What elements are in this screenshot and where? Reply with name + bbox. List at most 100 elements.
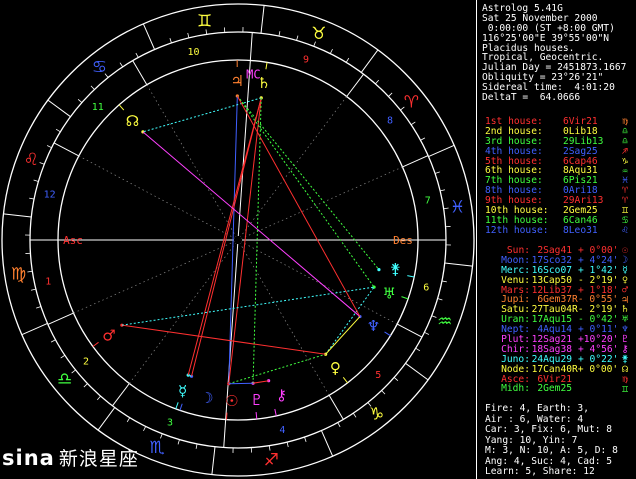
house-number: 4 bbox=[279, 425, 285, 436]
house-sign-glyph: ♑ bbox=[621, 155, 629, 167]
planet-glyph: ⚵ bbox=[390, 260, 401, 278]
degree-tick bbox=[415, 347, 421, 352]
planet-marker bbox=[255, 412, 258, 420]
degree-tick bbox=[50, 339, 56, 343]
zodiac-sign-glyph: ♒ bbox=[437, 312, 452, 332]
planet-position: 2Gem25 bbox=[537, 383, 572, 395]
house-cusp-inner bbox=[78, 155, 235, 239]
planet-marker bbox=[407, 275, 415, 278]
degree-tick bbox=[381, 390, 386, 395]
house-cusp-line bbox=[132, 60, 148, 86]
planet-marker bbox=[401, 296, 409, 300]
chart-wheel: ♈ ♉ ♊ ♋ ♌ ♍ ♎ ♏ ♐ ♑ ♒ ♓ 1 2 3 4 5 6 7 8 9 10 11 12 Asc Des MC ☉ ☽ ☿ ♀ ♂… bbox=[0, 0, 476, 479]
stats-line: Car: 3, Fix: 6, Mut: 8 bbox=[485, 424, 613, 435]
degree-tick bbox=[375, 79, 380, 85]
zodiac-sign-glyph: ♓ bbox=[450, 198, 465, 218]
planet-marker bbox=[265, 62, 268, 70]
planet-glyph: ☿ bbox=[178, 382, 187, 400]
degree-tick bbox=[119, 62, 124, 68]
brand-text: sina bbox=[2, 446, 55, 470]
aspect-line bbox=[252, 380, 269, 384]
planet-positions-list: Sun: 2Sag41 + 0°00' Moon: 17Sco32 + 4°24' Merc… bbox=[485, 246, 624, 394]
degree-tick bbox=[27, 270, 33, 273]
planet-glyph: ♊ bbox=[621, 383, 629, 395]
degree-tick bbox=[36, 306, 42, 309]
stats-line: Learn: 5, Share: 12 bbox=[485, 466, 595, 477]
sign-boundary bbox=[320, 430, 334, 457]
planet-glyph: ☉ bbox=[225, 392, 238, 410]
aspect-line bbox=[187, 97, 262, 376]
degree-tick bbox=[135, 52, 139, 58]
info-panel: Astrolog 5.41G Sat 25 November 2000 0:00:… bbox=[476, 0, 636, 479]
degree-tick bbox=[46, 145, 52, 149]
stats-line: Fire: 4, Earth: 3, bbox=[485, 403, 589, 414]
degree-tick bbox=[410, 121, 416, 126]
zodiac-sign-glyph: ♋ bbox=[92, 58, 107, 78]
house-number: 2 bbox=[83, 357, 89, 368]
degree-tick bbox=[169, 38, 172, 44]
degree-tick bbox=[33, 179, 39, 182]
planet-glyph: ♄ bbox=[257, 74, 270, 92]
header-line: DeltaT = 64.0666 bbox=[482, 92, 581, 104]
house-row: 12th house: 8Leo31 bbox=[485, 224, 603, 236]
planet-marker bbox=[179, 403, 183, 411]
zodiac-sign-glyph: ♑ bbox=[369, 404, 384, 424]
house-cusp-line bbox=[47, 312, 74, 325]
degree-tick bbox=[278, 31, 281, 37]
degree-tick bbox=[126, 417, 131, 423]
planet-marker bbox=[175, 402, 179, 410]
degree-tick bbox=[329, 48, 333, 54]
aspect-line bbox=[142, 131, 361, 317]
descendant-label: Des bbox=[393, 234, 413, 247]
house-number: 11 bbox=[92, 102, 104, 113]
planet-glyph: ♅ bbox=[382, 284, 395, 302]
sign-boundary bbox=[428, 144, 455, 158]
sign-boundary bbox=[21, 322, 48, 336]
sina-logo: sina 新浪星座 bbox=[2, 444, 139, 471]
degree-tick bbox=[443, 207, 449, 210]
degree-tick bbox=[29, 197, 35, 200]
house-cusp-line bbox=[223, 419, 227, 448]
planet-marker bbox=[384, 331, 391, 337]
degree-tick bbox=[143, 426, 147, 432]
house-cusp-line bbox=[346, 73, 364, 97]
stats-line: M: 3, N: 10, A: 5, D: 8 bbox=[485, 445, 618, 456]
aspect-line bbox=[228, 353, 326, 385]
zodiac-sign-glyph: ♐ bbox=[264, 450, 279, 470]
zodiac-sign-glyph: ♍ bbox=[11, 264, 26, 284]
house-label: 12th house: bbox=[485, 224, 549, 236]
planet-glyph: ♀ bbox=[330, 359, 341, 377]
sign-boundary bbox=[3, 213, 32, 218]
planet-marker bbox=[274, 408, 277, 416]
house-number: 12 bbox=[44, 189, 56, 200]
planet-marker bbox=[342, 376, 348, 384]
planet-glyph: ♂ bbox=[102, 327, 115, 345]
zodiac-sign-glyph: ♈ bbox=[404, 92, 419, 112]
degree-tick bbox=[55, 128, 61, 133]
aspect-line bbox=[252, 97, 262, 384]
degree-tick bbox=[420, 137, 426, 141]
degree-tick bbox=[424, 331, 430, 335]
house-number: 5 bbox=[375, 370, 381, 381]
planet-marker bbox=[118, 104, 125, 111]
degree-tick bbox=[83, 383, 88, 388]
sign-boundary bbox=[360, 49, 379, 73]
aspect-line bbox=[191, 97, 262, 377]
zodiac-sign-glyph: ♏ bbox=[150, 438, 165, 458]
house-cusp-inner bbox=[239, 243, 330, 396]
house-number: 10 bbox=[188, 47, 200, 58]
house-sign-glyph: ♌ bbox=[621, 224, 629, 236]
aspect-line bbox=[121, 286, 375, 326]
degree-tick bbox=[77, 98, 83, 103]
degree-tick bbox=[30, 288, 36, 291]
watermark-text: 新浪星座 bbox=[58, 448, 139, 470]
house-cusp-line bbox=[396, 323, 423, 338]
sign-boundary bbox=[260, 5, 265, 34]
degree-tick bbox=[96, 395, 101, 401]
degree-tick bbox=[434, 171, 440, 174]
zodiac-sign-glyph: ♉ bbox=[311, 24, 326, 44]
degree-tick bbox=[431, 315, 437, 318]
planet-marker bbox=[92, 341, 99, 347]
degree-tick bbox=[441, 280, 447, 283]
degree-tick bbox=[352, 412, 357, 418]
